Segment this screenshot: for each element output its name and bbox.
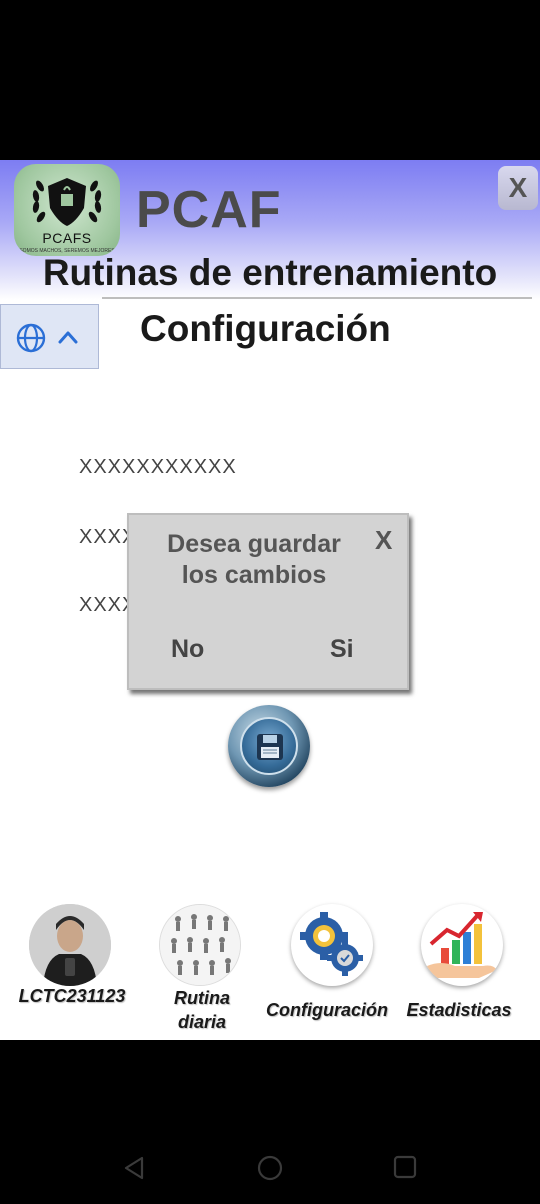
growth-chart-icon — [427, 912, 497, 978]
nav-configuracion[interactable] — [291, 904, 373, 986]
app-title: PCAF — [136, 181, 282, 239]
save-button[interactable] — [228, 705, 310, 787]
nav-label-configuracion: Configuración — [266, 1000, 388, 1020]
config-field-1[interactable]: XXXXXXXXXXX — [79, 456, 237, 479]
nav-label-user: LCTC231123 — [18, 986, 126, 1006]
nav-label-estadisticas: Estadisticas — [406, 1000, 512, 1020]
nav-label-rutina: Rutina diaria — [174, 988, 230, 1032]
recent-apps-square-icon[interactable] — [392, 1154, 418, 1180]
app-screen: PCAFS SOMOS MACHOS, SEREMOS MEJORES PCAF… — [0, 160, 540, 1040]
page-subtitle: Rutinas de entrenamiento — [42, 252, 498, 293]
back-triangle-icon[interactable] — [120, 1154, 148, 1182]
pcafs-logo: PCAFS SOMOS MACHOS, SEREMOS MEJORES — [14, 164, 120, 256]
dialog-close-button[interactable]: X — [375, 525, 392, 556]
dialog-yes-button[interactable]: Si — [330, 635, 354, 664]
dialog-message: Desea guardar los cambios — [167, 530, 341, 589]
profile-avatar[interactable] — [29, 904, 111, 986]
section-title: Configuración — [140, 308, 391, 349]
language-selector[interactable] — [0, 304, 99, 369]
logo-text: PCAFS — [42, 230, 92, 246]
save-changes-dialog: Desea guardar los cambios X No Si — [127, 513, 409, 690]
chevron-up-icon — [58, 331, 78, 344]
home-circle-icon[interactable] — [256, 1154, 284, 1182]
status-bar — [0, 0, 540, 160]
close-app-button[interactable]: X — [498, 166, 538, 210]
workout-grid-icon — [160, 905, 240, 985]
floppy-disk-icon — [257, 734, 283, 760]
globe-icon — [16, 323, 46, 353]
dialog-no-button[interactable]: No — [171, 635, 204, 664]
nav-estadisticas[interactable] — [421, 904, 503, 986]
system-nav-bar — [0, 1040, 540, 1204]
nav-rutina-diaria[interactable] — [159, 904, 241, 986]
user-avatar — [29, 904, 111, 986]
gears-icon — [300, 912, 363, 976]
save-button-inner — [240, 717, 298, 775]
header-divider — [102, 297, 532, 299]
